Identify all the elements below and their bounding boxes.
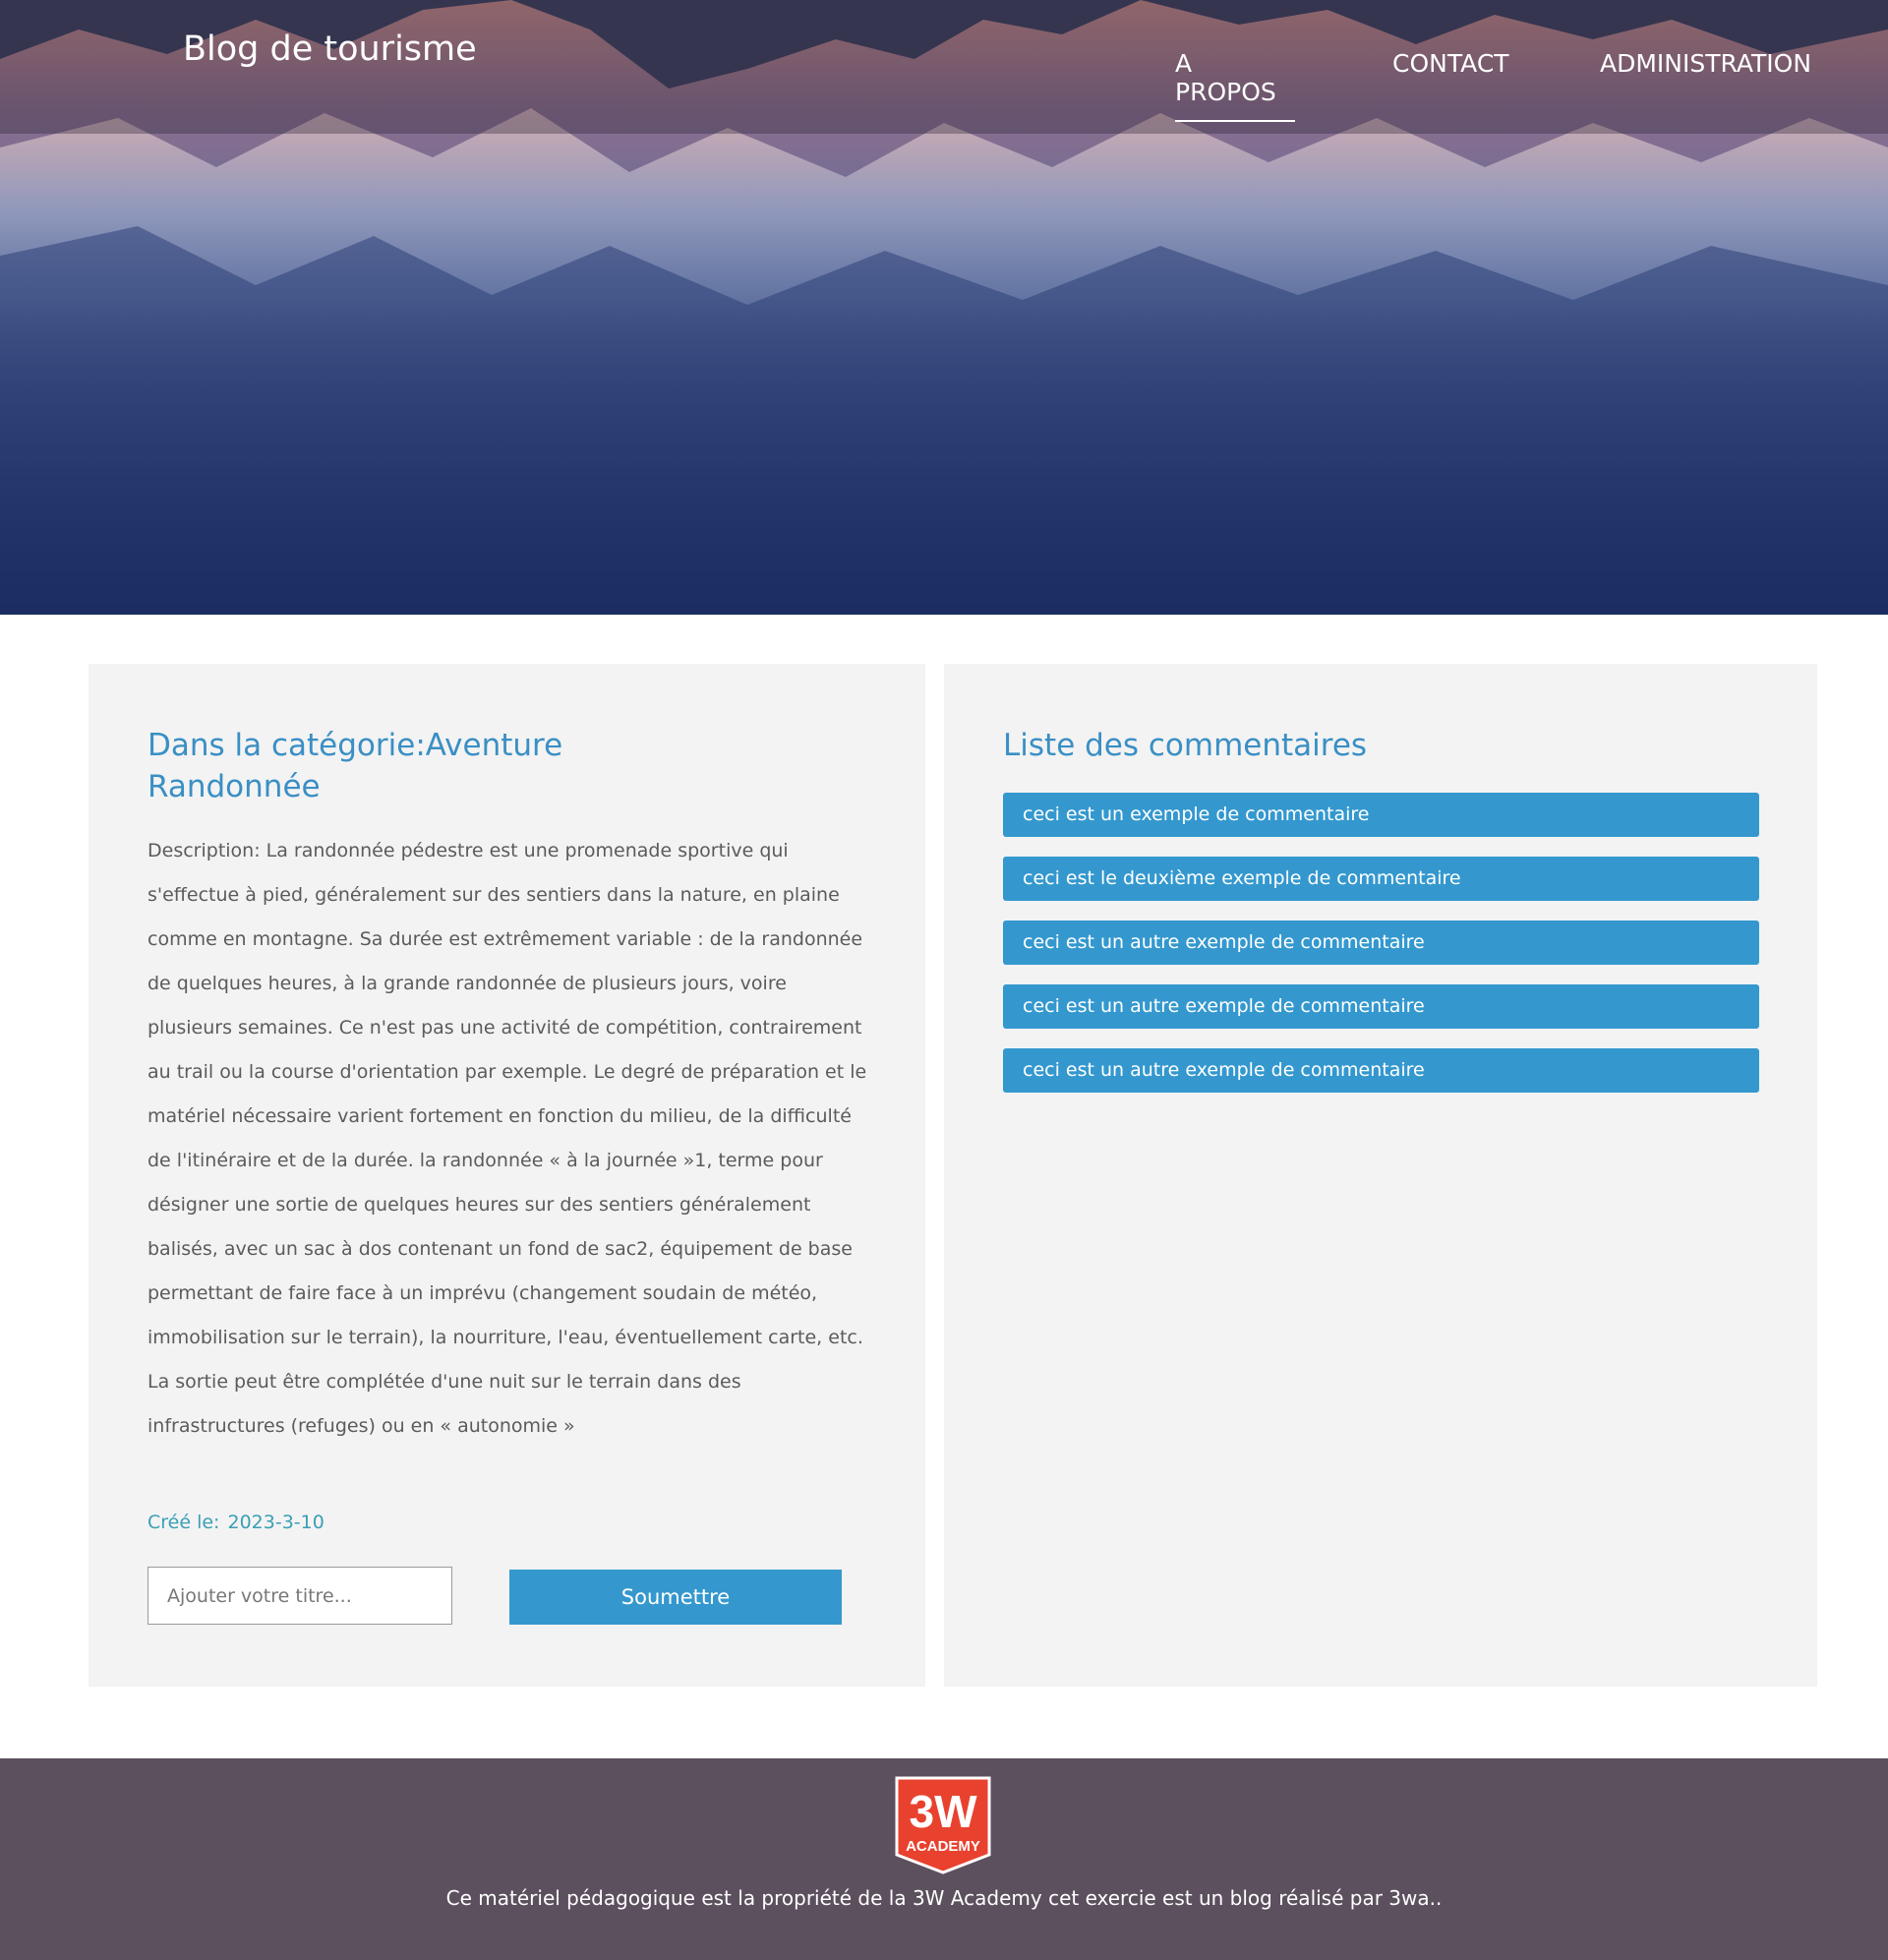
- nav-link-contact[interactable]: CONTACT: [1392, 49, 1509, 78]
- comments-heading: Liste des commentaires: [1003, 728, 1368, 763]
- article-category: Dans la catégorie:Aventure: [148, 728, 563, 763]
- comment-item: ceci est un autre exemple de commentaire: [1003, 984, 1759, 1029]
- created-date: Créé le: 2023-3-10: [148, 1512, 324, 1533]
- comments-card: Liste des commentaires ceci est un exemp…: [944, 664, 1817, 1687]
- nav-link-administration[interactable]: ADMINISTRATION: [1600, 49, 1811, 78]
- logo-main-text: 3W: [910, 1786, 978, 1837]
- comment-item: ceci est un autre exemple de commentaire: [1003, 1048, 1759, 1093]
- article-card: Dans la catégorie:Aventure Randonnée Des…: [88, 664, 925, 1687]
- site-title[interactable]: Blog de tourisme: [183, 30, 477, 69]
- comment-item: ceci est le deuxième exemple de commenta…: [1003, 857, 1759, 901]
- comment-list: ceci est un exemple de commentaire ceci …: [1003, 793, 1759, 1112]
- hero-banner: Blog de tourisme A PROPOS CONTACT ADMINI…: [0, 0, 1888, 615]
- logo-sub-text: ACADEMY: [906, 1838, 980, 1855]
- top-navigation-bar: Blog de tourisme A PROPOS CONTACT ADMINI…: [0, 0, 1888, 134]
- 3w-academy-logo-icon: 3W ACADEMY: [895, 1776, 991, 1874]
- footer: 3W ACADEMY Ce matériel pédagogique est l…: [0, 1758, 1888, 1960]
- comment-item: ceci est un exemple de commentaire: [1003, 793, 1759, 837]
- article-description: Description: La randonnée pédestre est u…: [148, 840, 867, 1437]
- nav-link-a-propos[interactable]: A PROPOS: [1175, 49, 1295, 122]
- footer-text: Ce matériel pédagogique est la propriété…: [445, 1886, 1443, 1910]
- title-input[interactable]: [148, 1567, 452, 1625]
- article-heading: Dans la catégorie:Aventure Randonnée: [148, 725, 600, 807]
- created-date-value: 2023-3-10: [227, 1512, 324, 1533]
- submit-button[interactable]: Soumettre: [509, 1570, 842, 1625]
- article-title: Randonnée: [148, 769, 321, 804]
- created-label: Créé le:: [148, 1512, 220, 1533]
- comment-item: ceci est un autre exemple de commentaire: [1003, 921, 1759, 965]
